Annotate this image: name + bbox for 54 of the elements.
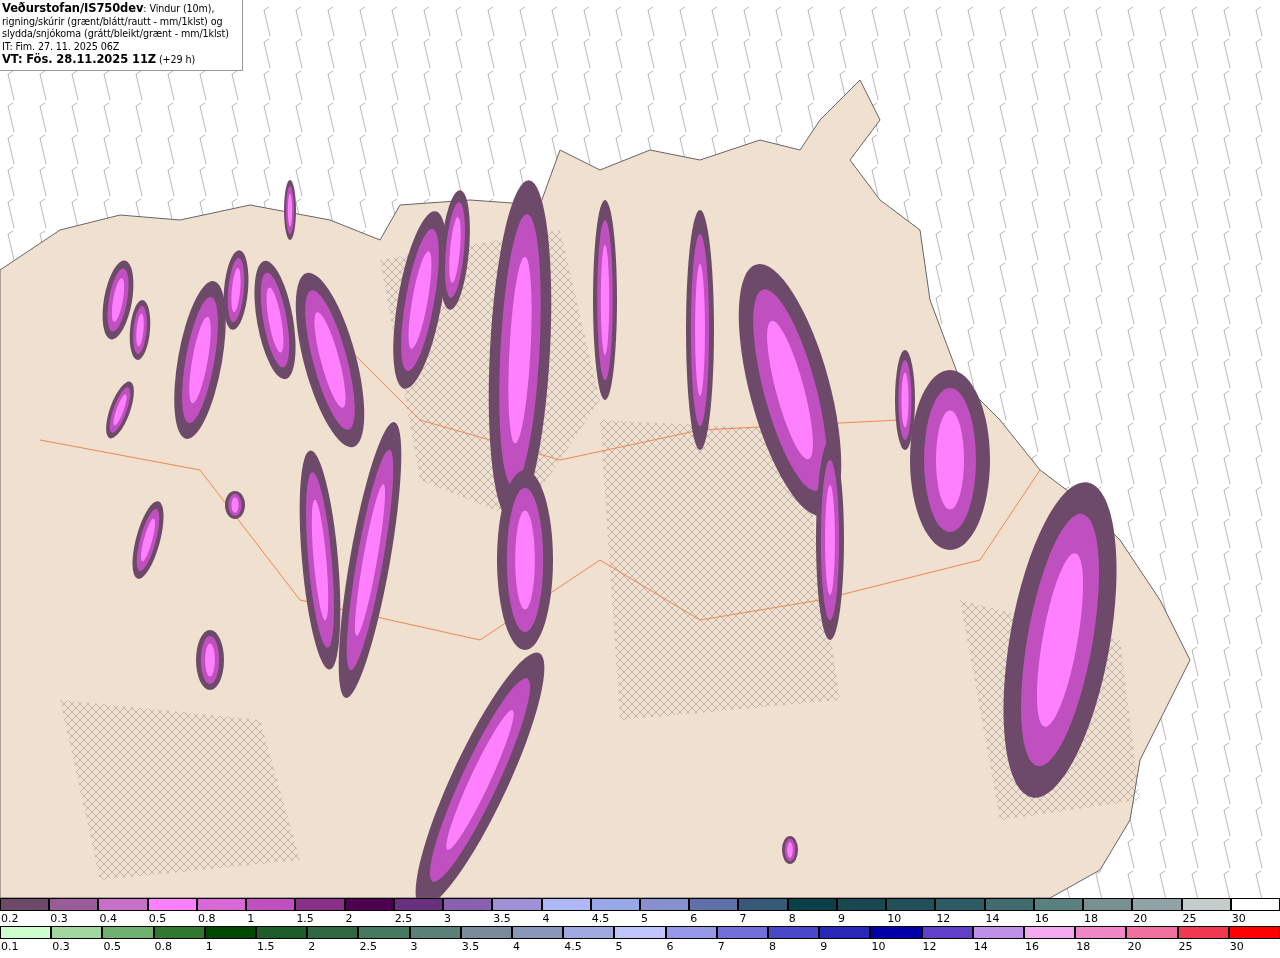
- legend-label: 30: [1229, 939, 1244, 954]
- legend-label: 12: [922, 939, 937, 954]
- legend-label: 0.2: [1, 911, 19, 926]
- legend-label: 0.3: [52, 939, 70, 954]
- legend-label: 9: [820, 939, 828, 954]
- legend-label: 8: [788, 911, 796, 926]
- legend-label: 0.5: [103, 939, 121, 954]
- legend-label: 3.5: [493, 911, 511, 926]
- legend-label: 10: [887, 911, 902, 926]
- legend-label: 7: [739, 911, 747, 926]
- legend-label: 6: [690, 911, 698, 926]
- legend-label: 3: [444, 911, 452, 926]
- legend-label: 12: [936, 911, 951, 926]
- map-description: Veðurstofan/IS750dev: Vindur (10m), rigning/skúrir (grænt/blátt/rautt - mm/1klst) og slydda/snjókoma (grátt/bleikt/grænt - mm/1klst): [2, 2, 230, 41]
- legend-label: 1: [247, 911, 255, 926]
- legend-label: 18: [1084, 911, 1099, 926]
- legend-label: 5: [641, 911, 648, 926]
- legend-label: 0.8: [154, 939, 173, 954]
- legend-label: 4: [513, 939, 520, 954]
- legend-label: 2: [345, 911, 353, 926]
- legend-label: 16: [1025, 939, 1039, 954]
- legend-label: 25: [1182, 911, 1197, 926]
- legend-label: 8: [769, 939, 776, 954]
- legend-label: 2: [308, 939, 316, 954]
- legend-label: 9: [837, 911, 845, 926]
- legend-label: 7: [717, 939, 725, 954]
- legend-label: 3: [410, 939, 418, 954]
- legend-label: 1.5: [296, 911, 314, 926]
- legend-label: 0.3: [50, 911, 68, 926]
- legend-label: 1: [205, 939, 213, 954]
- issue-time: IT: Fim. 27. 11. 2025 06Z: [2, 40, 121, 53]
- legend-label: 4.5: [564, 939, 582, 954]
- legend-label: 0.4: [99, 911, 117, 926]
- legend-label: 5: [615, 939, 623, 954]
- legend-label: 14: [985, 911, 1000, 926]
- valid-time: VT: Fös. 28.11.2025 11Z (+29 h): [2, 53, 197, 67]
- legend-label: 16: [1034, 911, 1049, 926]
- legend-label: 14: [973, 939, 988, 954]
- legend-label: 0.5: [148, 911, 167, 926]
- legend-label: 25: [1178, 939, 1193, 954]
- legend-label: 20: [1127, 939, 1142, 954]
- legend-label: 2.5: [359, 939, 377, 954]
- legend-label: 0.8: [197, 911, 216, 926]
- legend-label: 1.5: [257, 939, 275, 954]
- legend-label: 4.5: [591, 911, 610, 926]
- legend-label: 3.5: [461, 939, 480, 954]
- legend-label: 2.5: [394, 911, 413, 926]
- legend-label: 0.1: [1, 939, 19, 954]
- legend-label: 6: [666, 939, 674, 954]
- legend-label: 18: [1076, 939, 1091, 954]
- legend-label: 30: [1231, 911, 1246, 926]
- legend-label: 10: [871, 939, 886, 954]
- legend-label: 20: [1133, 911, 1148, 926]
- legend-label: 4: [542, 911, 550, 926]
